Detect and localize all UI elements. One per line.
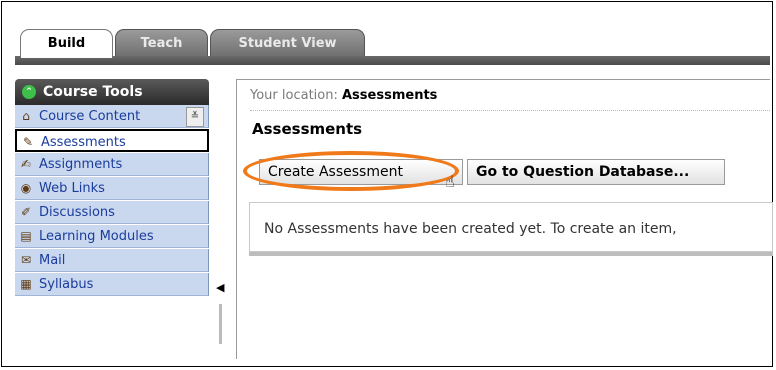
sidebar-item-syllabus[interactable]: ▦ Syllabus: [15, 273, 209, 296]
tab-student-view[interactable]: Student View: [210, 29, 365, 57]
sidebar-item-label: Syllabus: [39, 277, 94, 292]
sidebar-scrollbar[interactable]: [219, 304, 222, 344]
sidebar-item-label: Course Content: [39, 109, 141, 124]
breadcrumb-divider: [250, 110, 770, 112]
hand-cursor-icon: ☝: [445, 172, 455, 191]
module-icon: ▤: [20, 229, 32, 243]
breadcrumb-prefix: Your location:: [250, 88, 338, 103]
tab-build[interactable]: Build: [20, 29, 113, 57]
course-tools-sidebar: ⌃ Course Tools ⌂ Course Content ≚ ✎ Asse…: [15, 79, 230, 359]
sidebar-item-label: Web Links: [39, 181, 105, 196]
assessment-icon: ✎: [22, 135, 34, 149]
sidebar-item-label: Assessments: [41, 135, 126, 150]
scroll-left-arrow-icon[interactable]: ◀: [216, 281, 224, 294]
sidebar-item-assignments[interactable]: ✍ Assignments: [15, 153, 209, 176]
breadcrumb: Your location: Assessments: [250, 88, 437, 103]
collapse-toggle-icon[interactable]: ≚: [186, 107, 204, 127]
tab-active-joint: [21, 55, 112, 58]
breadcrumb-current: Assessments: [342, 88, 438, 103]
course-tools-label: Course Tools: [43, 84, 143, 100]
tab-teach[interactable]: Teach: [115, 29, 208, 57]
sidebar-item-label: Discussions: [39, 205, 115, 220]
syllabus-icon: ▦: [20, 277, 32, 291]
empty-state-message: No Assessments have been created yet. To…: [249, 202, 773, 252]
main-content-panel: Your location: Assessments Assessments C…: [236, 79, 773, 359]
sidebar-item-web-links[interactable]: ◉ Web Links: [15, 177, 209, 200]
sidebar-item-discussions[interactable]: ✐ Discussions: [15, 201, 209, 224]
sidebar-item-label: Mail: [39, 253, 66, 268]
globe-icon: ◉: [20, 181, 32, 195]
mail-icon: ✉: [20, 253, 32, 267]
tab-bar: Student View Teach Build: [15, 29, 770, 57]
page-title: Assessments: [252, 120, 363, 138]
sidebar-item-course-content[interactable]: ⌂ Course Content ≚: [15, 105, 209, 128]
question-database-button[interactable]: Go to Question Database...: [467, 159, 725, 185]
create-assessment-button[interactable]: Create Assessment: [259, 159, 463, 185]
sidebar-item-learning-modules[interactable]: ▤ Learning Modules: [15, 225, 209, 248]
sidebar-item-label: Learning Modules: [39, 229, 154, 244]
collapse-circle-icon[interactable]: ⌃: [22, 85, 36, 99]
house-icon: ⌂: [22, 109, 30, 123]
course-tools-header[interactable]: ⌃ Course Tools: [15, 79, 209, 105]
sidebar-item-mail[interactable]: ✉ Mail: [15, 249, 209, 272]
assignment-icon: ✍: [20, 157, 32, 171]
pin-icon: ✐: [20, 205, 32, 219]
sidebar-item-assessments[interactable]: ✎ Assessments: [15, 129, 209, 152]
sidebar-item-label: Assignments: [39, 157, 123, 172]
tab-underline: [15, 56, 770, 65]
